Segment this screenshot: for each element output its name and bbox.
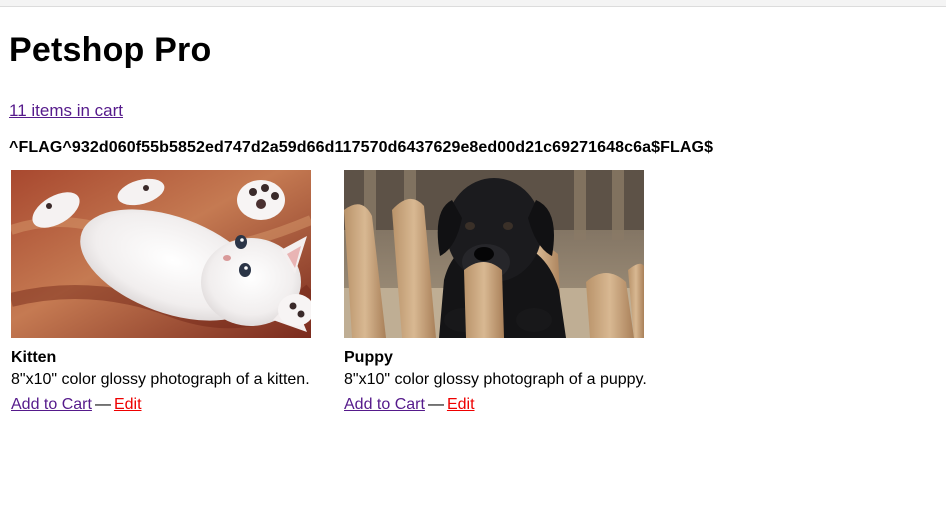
product-description: 8"x10" color glossy photograph of a kitt… — [11, 371, 310, 388]
action-separator: — — [427, 396, 444, 413]
product-description: 8"x10" color glossy photograph of a pupp… — [344, 371, 647, 388]
product-name: Kitten — [11, 349, 57, 366]
add-to-cart-link-kitten[interactable]: Add to Cart — [11, 396, 92, 413]
product-name: Puppy — [344, 349, 393, 366]
edit-link-puppy[interactable]: Edit — [447, 396, 475, 413]
page-title: Petshop Pro — [9, 31, 212, 69]
product-actions: Add to Cart — Edit — [344, 395, 644, 415]
product-item-puppy: Puppy 8"x10" color glossy photograph of … — [344, 170, 647, 415]
puppy-photo — [344, 170, 644, 338]
product-list: Kitten 8"x10" color glossy photograph of… — [11, 170, 939, 415]
product-item-kitten: Kitten 8"x10" color glossy photograph of… — [11, 170, 311, 415]
product-actions: Add to Cart — Edit — [11, 395, 311, 415]
page-content: Petshop Pro 11 items in cart ^FLAG^932d0… — [9, 6, 939, 415]
flag-text: ^FLAG^932d060f55b5852ed747d2a59d66d11757… — [9, 139, 714, 156]
cart-link[interactable]: 11 items in cart — [9, 100, 123, 122]
add-to-cart-link-puppy[interactable]: Add to Cart — [344, 396, 425, 413]
edit-link-kitten[interactable]: Edit — [114, 396, 142, 413]
action-separator: — — [94, 396, 111, 413]
kitten-photo — [11, 170, 311, 338]
